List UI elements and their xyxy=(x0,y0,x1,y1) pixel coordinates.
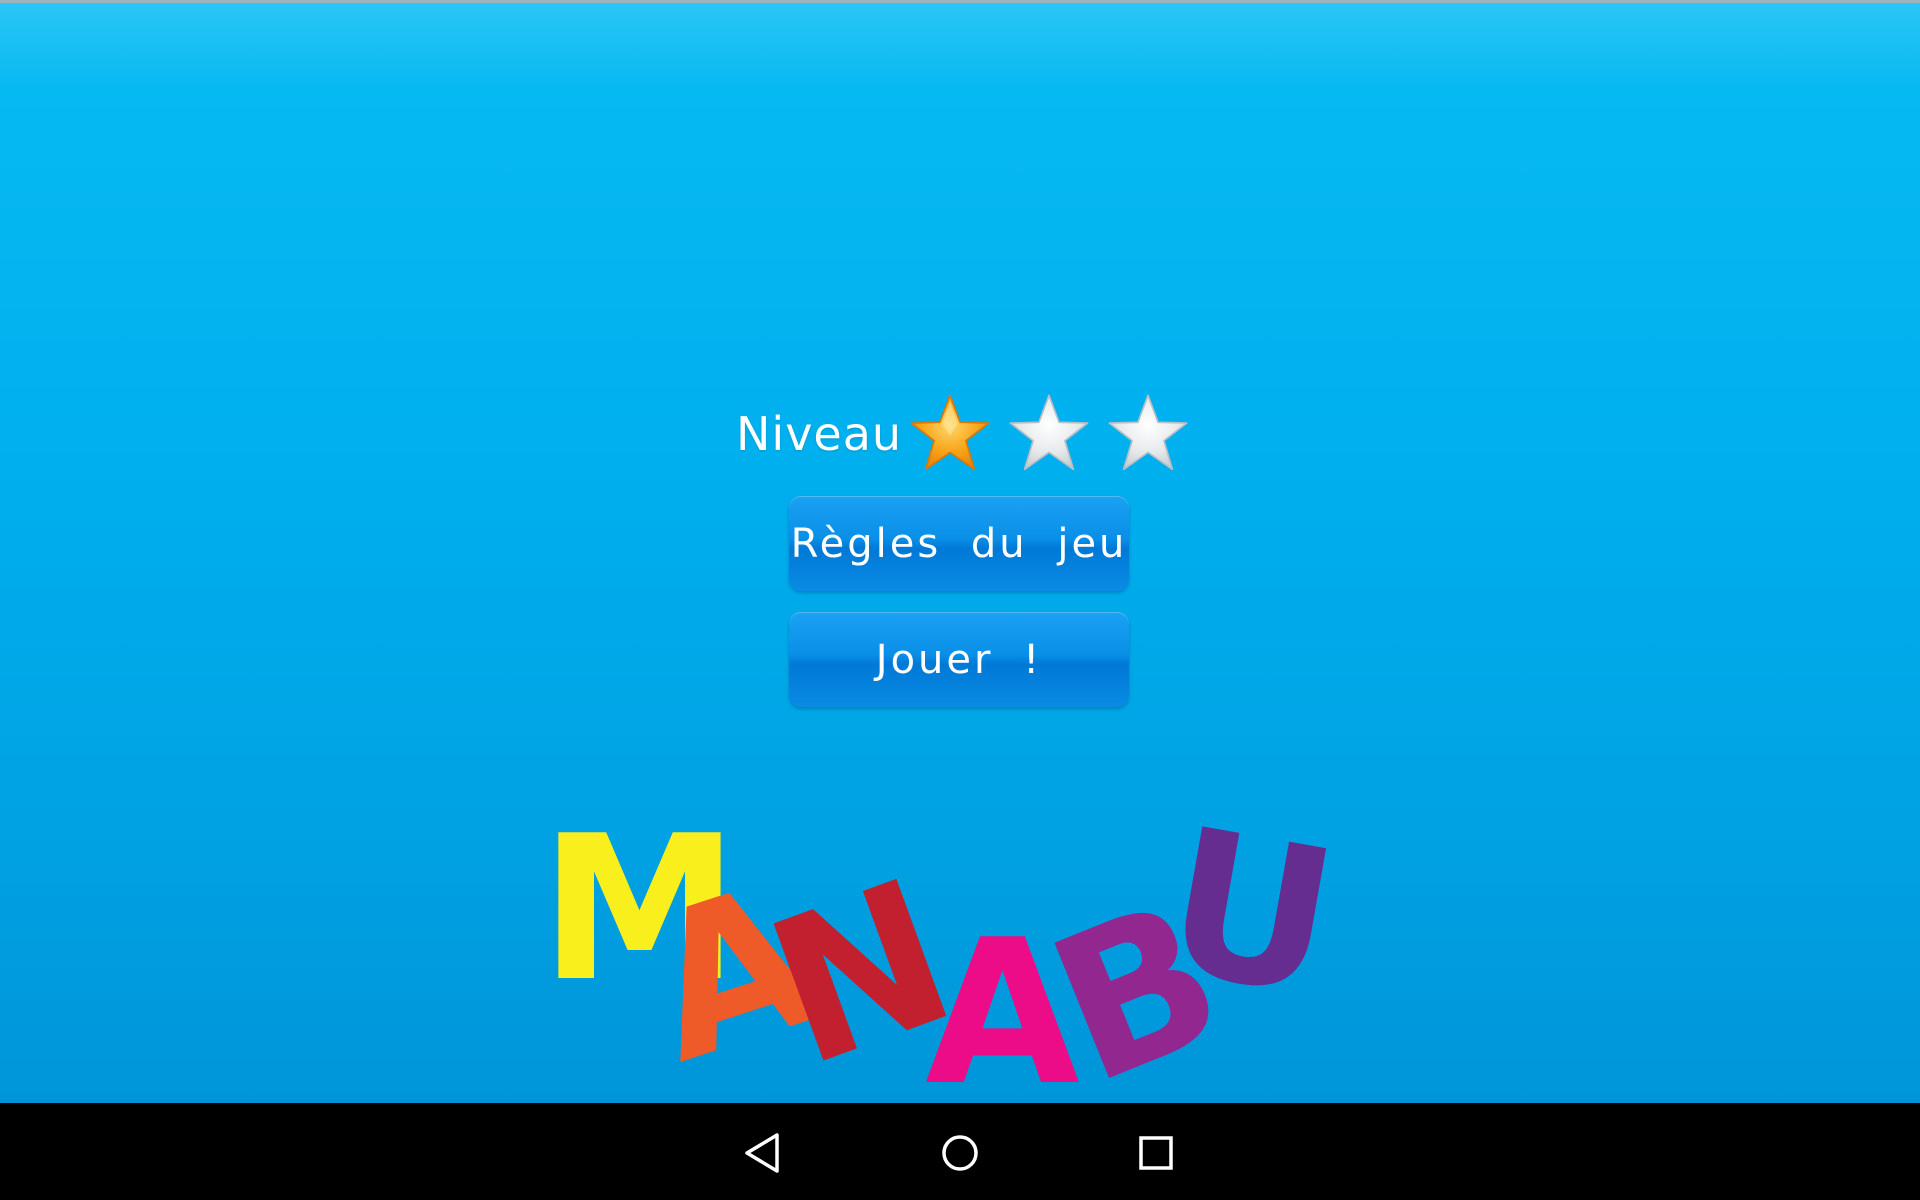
manabu-logo: M A N A B U xyxy=(540,790,1351,1100)
logo-letter-u: U xyxy=(1151,790,1351,1042)
star-icon-3[interactable] xyxy=(1106,392,1190,476)
star-icon-2[interactable] xyxy=(1007,392,1091,476)
home-circle-icon[interactable] xyxy=(930,1123,990,1183)
back-triangle-icon[interactable] xyxy=(735,1123,795,1183)
level-label: Niveau xyxy=(736,407,903,461)
game-screen: Niveau Règles du jeu Jouer ! M A N A B U xyxy=(0,0,1920,1200)
level-selector: Niveau xyxy=(736,394,1190,474)
game-main-menu: Niveau Règles du jeu Jouer ! M A N A B U xyxy=(0,0,1920,1103)
play-button[interactable]: Jouer ! xyxy=(789,612,1129,707)
star-icon-1[interactable] xyxy=(908,392,992,476)
android-navigation-bar xyxy=(0,1103,1920,1200)
status-bar-edge xyxy=(0,0,1920,3)
recents-square-icon[interactable] xyxy=(1126,1123,1186,1183)
rules-button[interactable]: Règles du jeu xyxy=(789,496,1129,591)
